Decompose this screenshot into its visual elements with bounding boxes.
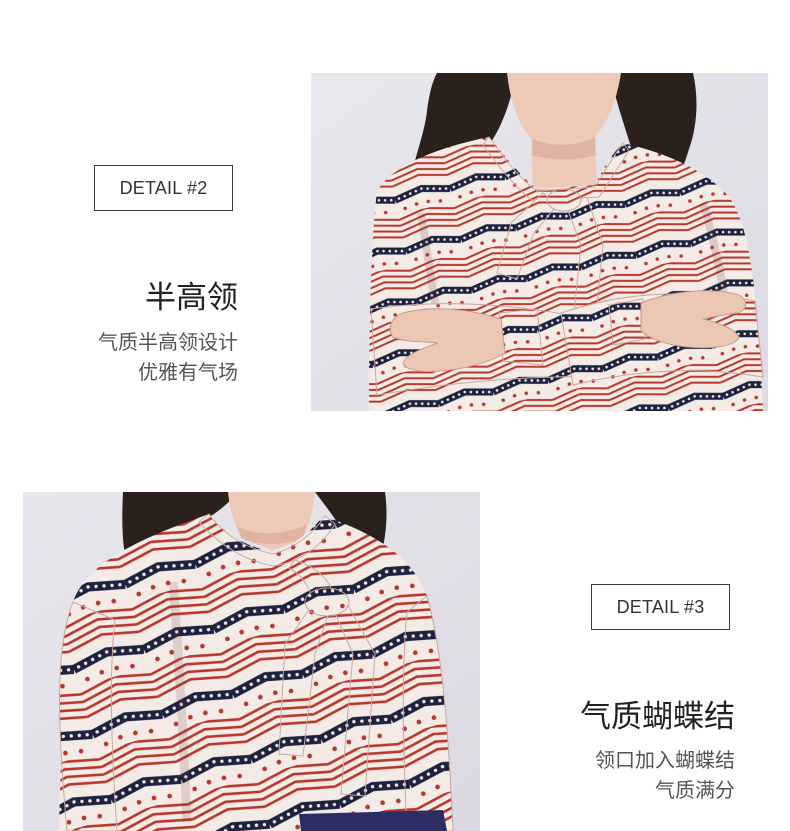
feature-title: 气质蝴蝶结 <box>580 699 735 735</box>
feature-title: 半高领 <box>145 280 238 316</box>
feature-description-line: 气质半高领设计 <box>98 330 238 354</box>
feature-description: 气质半高领设计 优雅有气场 <box>98 327 238 387</box>
detail-badge: DETAIL #2 <box>94 165 233 211</box>
feature-description: 领口加入蝴蝶结 气质满分 <box>595 745 735 805</box>
feature-description-line: 优雅有气场 <box>138 360 238 384</box>
product-photo-collar <box>311 73 768 411</box>
feature-description-line: 气质满分 <box>655 778 735 802</box>
detail-badge: DETAIL #3 <box>591 584 730 630</box>
product-photo-bow <box>23 492 480 831</box>
feature-description-line: 领口加入蝴蝶结 <box>595 748 735 772</box>
